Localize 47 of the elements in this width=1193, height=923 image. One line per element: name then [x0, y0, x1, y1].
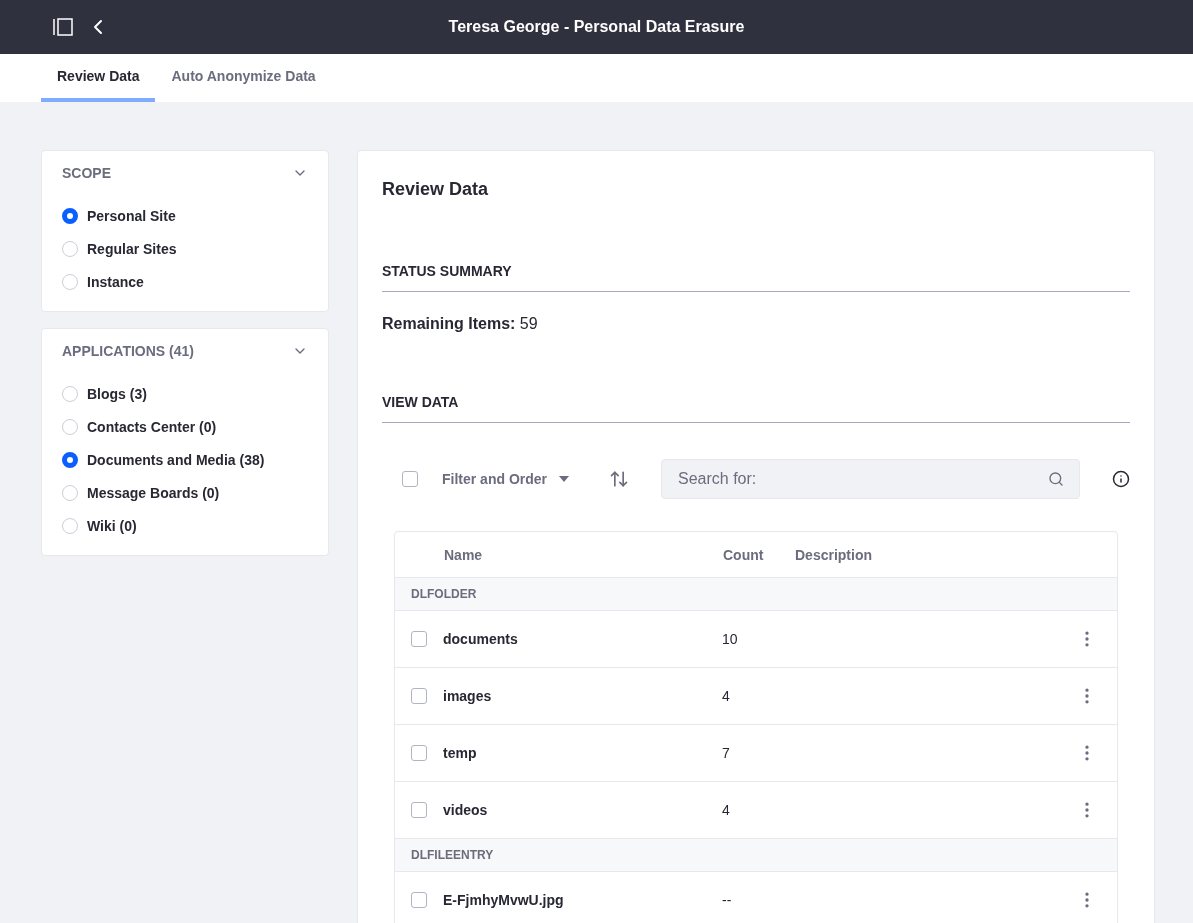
count-cell-text: 4 — [722, 801, 730, 820]
radio-label[interactable]: Personal Site — [87, 207, 176, 225]
checkbox[interactable] — [411, 745, 427, 761]
name-cell-text: E-FjmhyMvwU.jpg — [443, 891, 565, 910]
checkbox[interactable] — [411, 688, 427, 704]
count-cell-text: 4 — [722, 687, 730, 706]
sort-icon[interactable] — [609, 469, 630, 489]
card-title: Review Data — [382, 178, 490, 201]
count-cell-text: 7 — [722, 744, 730, 763]
count-cell-text: -- — [722, 891, 732, 910]
radio-label[interactable]: Contacts Center (0) — [87, 418, 217, 436]
checkbox[interactable] — [411, 892, 427, 908]
checkbox[interactable] — [411, 631, 427, 647]
panel-title: SCOPE — [62, 164, 111, 183]
page-title: Teresa George - Personal Data Erasure — [448, 17, 745, 37]
radio-label[interactable]: Blogs (3) — [87, 385, 147, 403]
radio-button[interactable] — [62, 452, 78, 468]
name-cell-text: temp — [443, 744, 478, 763]
column-header: Count — [723, 545, 765, 565]
section-heading: STATUS SUMMARY — [382, 263, 512, 279]
radio-button[interactable] — [62, 208, 78, 224]
radio-label[interactable]: Instance — [87, 273, 144, 291]
group-label: DLFOLDER — [411, 586, 477, 602]
name-cell-text: documents — [443, 630, 519, 649]
info-icon[interactable] — [1112, 470, 1131, 488]
group-label: DLFILEENTRY — [411, 847, 494, 863]
column-header: Description — [795, 545, 872, 565]
name-cell-text: images — [443, 687, 493, 706]
filter-dropdown[interactable]: Filter and Order — [434, 469, 578, 489]
caret-icon — [559, 476, 570, 482]
sidebar-toggle-icon[interactable] — [52, 17, 74, 37]
checkbox[interactable] — [411, 802, 427, 818]
count-cell-text: 10 — [722, 630, 738, 649]
radio-label[interactable]: Regular Sites — [87, 240, 177, 258]
radio-label[interactable]: Documents and Media (38) — [87, 451, 265, 469]
checkbox[interactable] — [402, 471, 418, 487]
column-header: Name — [444, 545, 484, 565]
tab[interactable]: Auto Anonymize Data — [155, 54, 332, 102]
radio-label[interactable]: Wiki (0) — [87, 517, 137, 535]
radio-label[interactable]: Message Boards (0) — [87, 484, 220, 502]
section-heading: VIEW DATA — [382, 394, 459, 410]
panel-title: APPLICATIONS (41) — [62, 342, 194, 361]
name-cell-text: videos — [443, 801, 489, 820]
remaining-items: Remaining Items: 59 — [382, 314, 539, 334]
search-field[interactable]: Search for: — [661, 459, 1081, 499]
tab[interactable]: Review Data — [41, 54, 156, 102]
search-icon[interactable] — [1048, 471, 1065, 487]
